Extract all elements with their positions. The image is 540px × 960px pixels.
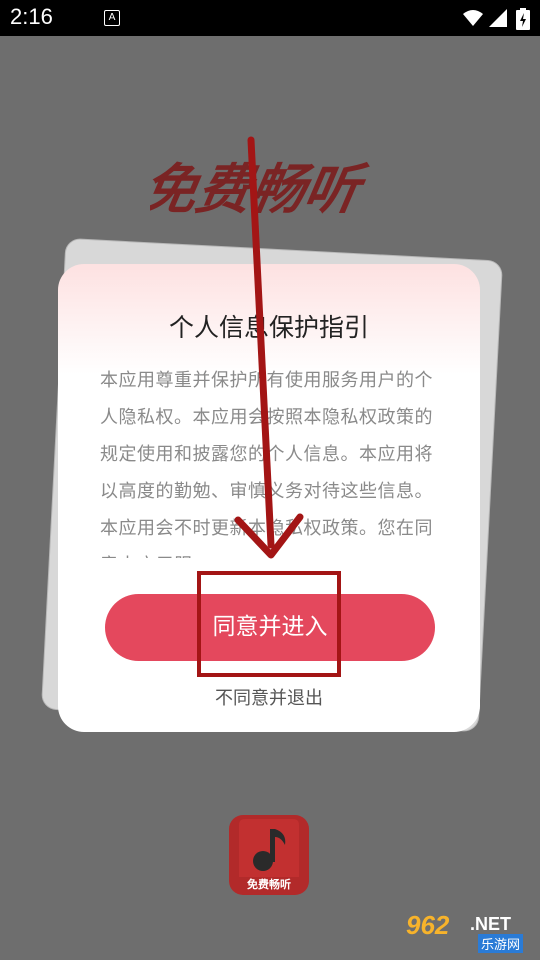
app-icon-label: 免费畅听	[247, 878, 291, 891]
watermark-number: 962	[406, 910, 450, 940]
watermark-site-name: 乐游网	[478, 934, 524, 953]
site-watermark: 962 .NET 乐游网	[402, 910, 534, 954]
app-icon: 免费畅听	[229, 815, 309, 895]
watermark-domain: .NET	[470, 914, 512, 934]
